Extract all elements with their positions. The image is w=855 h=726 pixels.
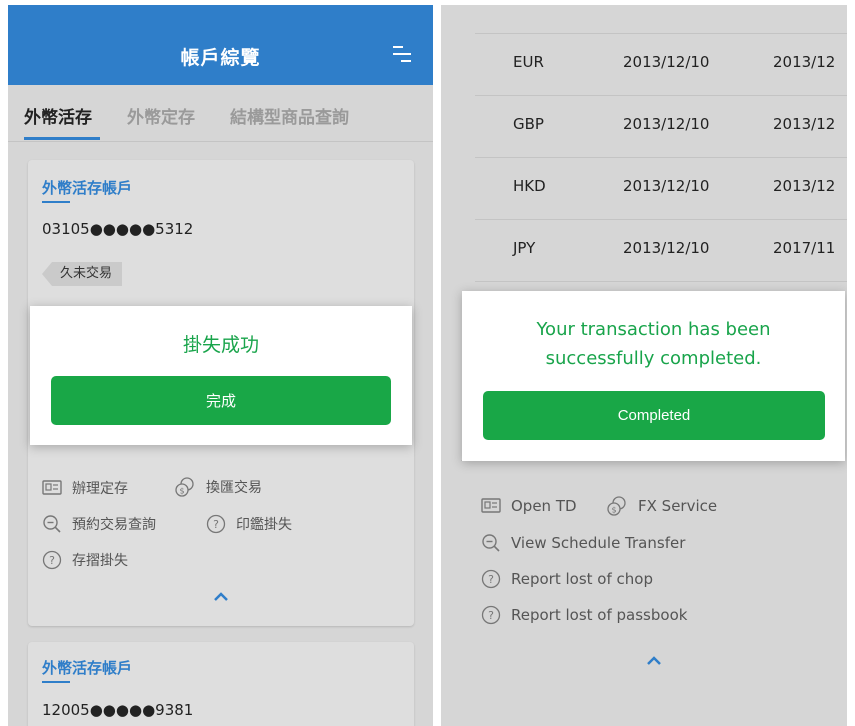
date-cell: 2013/12	[773, 177, 836, 195]
search-icon	[481, 533, 501, 553]
account-title: 外幣活存帳戶	[42, 179, 133, 197]
table-row: HKD 2013/12/10 2013/12	[475, 157, 847, 220]
menu-icon[interactable]	[391, 43, 413, 65]
success-message: Your transaction has been successfully c…	[462, 315, 845, 373]
lost-chop-action[interactable]: ? Report lost of chop	[481, 569, 653, 589]
deposit-icon	[481, 498, 501, 514]
table-row: JPY 2013/12/10 2017/11	[475, 219, 847, 282]
title-underline	[42, 681, 70, 683]
table-row	[475, 5, 847, 34]
schedule-action[interactable]: View Schedule Transfer	[481, 533, 685, 553]
tab-fx-savings[interactable]: 外幣活存	[24, 103, 92, 128]
active-tab-indicator	[24, 137, 100, 140]
currency-code: JPY	[513, 239, 536, 257]
date-cell: 2013/12	[773, 53, 836, 71]
schedule-action[interactable]: 預約交易查詢	[42, 514, 156, 534]
action-label: 預約交易查詢	[72, 517, 156, 533]
svg-text:?: ?	[488, 609, 494, 622]
action-label: 印鑑掛失	[236, 517, 292, 533]
help-icon: ?	[42, 550, 62, 570]
svg-text:?: ?	[49, 554, 55, 567]
svg-text:?: ?	[488, 573, 494, 586]
date-cell: 2013/12/10	[623, 239, 710, 257]
action-label: Report lost of chop	[511, 570, 653, 588]
action-label: Report lost of passbook	[511, 606, 688, 624]
svg-text:?: ?	[213, 518, 219, 531]
action-label: FX Service	[638, 497, 718, 515]
deposit-icon	[42, 480, 62, 496]
completed-button[interactable]: Completed	[483, 391, 825, 440]
account-number: 03105●●●●●5312	[42, 220, 194, 238]
svg-text:$: $	[179, 487, 184, 496]
tab-structured-products[interactable]: 結構型商品查詢	[230, 103, 349, 128]
chevron-up-icon[interactable]	[646, 656, 662, 666]
help-icon: ?	[481, 605, 501, 625]
app-header: 帳戶綜覽	[8, 5, 433, 85]
date-cell: 2017/11	[773, 239, 836, 257]
exchange-icon: $	[174, 476, 196, 498]
status-badge: 久未交易	[42, 262, 123, 286]
done-button[interactable]: 完成	[51, 376, 391, 425]
open-td-action[interactable]: Open TD	[481, 497, 577, 515]
success-dialog: Your transaction has been successfully c…	[462, 291, 845, 461]
svg-text:$: $	[611, 506, 616, 515]
action-card: Open TD $ FX Service View Schedule Trans…	[461, 460, 835, 701]
success-message-line: Your transaction has been	[536, 319, 771, 340]
page-title: 帳戶綜覽	[180, 47, 261, 69]
right-screen: EUR 2013/12/10 2013/12 GBP 2013/12/10 20…	[441, 5, 847, 726]
action-label: 存摺掛失	[72, 553, 128, 569]
table-row: GBP 2013/12/10 2013/12	[475, 95, 847, 158]
lost-passbook-action[interactable]: ? Report lost of passbook	[481, 605, 687, 625]
success-message: 掛失成功	[182, 334, 259, 356]
exchange-icon: $	[606, 495, 628, 517]
date-cell: 2013/12/10	[623, 177, 710, 195]
date-cell: 2013/12	[773, 115, 836, 133]
help-icon: ?	[206, 514, 226, 534]
currency-code: GBP	[513, 115, 544, 133]
date-cell: 2013/12/10	[623, 53, 710, 71]
currency-code: HKD	[513, 177, 546, 195]
action-label: 辦理定存	[72, 481, 128, 497]
account-title: 外幣活存帳戶	[42, 659, 133, 677]
action-label: 換匯交易	[206, 480, 262, 496]
success-message-line: successfully completed.	[545, 348, 762, 369]
table-row: EUR 2013/12/10 2013/12	[475, 33, 847, 96]
title-underline	[42, 201, 70, 203]
date-cell: 2013/12/10	[623, 115, 710, 133]
open-td-action[interactable]: 辦理定存	[42, 478, 128, 498]
search-icon	[42, 514, 62, 534]
currency-code: EUR	[513, 53, 544, 71]
lost-chop-action[interactable]: ? 印鑑掛失	[206, 514, 292, 534]
lost-passbook-action[interactable]: ? 存摺掛失	[42, 550, 128, 570]
tab-bar: 外幣活存 外幣定存 結構型商品查詢	[8, 85, 433, 142]
tab-fx-time-deposit[interactable]: 外幣定存	[127, 103, 195, 128]
account-card: 外幣活存帳戶 12005●●●●●9381	[28, 642, 414, 726]
account-number: 12005●●●●●9381	[42, 701, 194, 719]
help-icon: ?	[481, 569, 501, 589]
fx-service-action[interactable]: $ FX Service	[606, 495, 717, 517]
fx-service-action[interactable]: $ 換匯交易	[174, 476, 262, 498]
left-screen: 帳戶綜覽 外幣活存 外幣定存 結構型商品查詢 外幣活存帳戶 03105●●●●●…	[8, 5, 433, 726]
chevron-up-icon[interactable]	[213, 592, 229, 602]
action-label: View Schedule Transfer	[511, 534, 686, 552]
action-label: Open TD	[511, 497, 577, 515]
success-dialog: 掛失成功 完成	[30, 306, 412, 445]
